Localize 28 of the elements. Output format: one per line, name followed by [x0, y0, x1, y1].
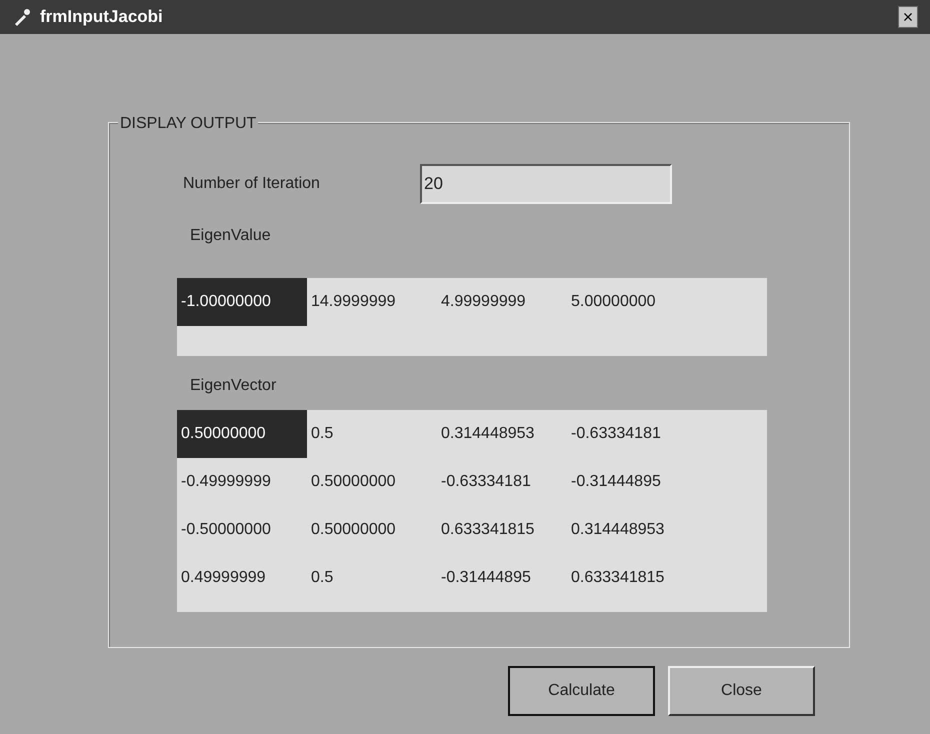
- grid-cell[interactable]: 0.314448953: [437, 410, 567, 458]
- grid-cell[interactable]: 0.5: [307, 410, 437, 458]
- grid-cell[interactable]: 14.9999999: [307, 278, 437, 326]
- grid-cell[interactable]: -0.31444895: [567, 458, 697, 506]
- grid-cell[interactable]: 0.314448953: [567, 506, 697, 554]
- grid-cell[interactable]: 0.49999999: [177, 554, 307, 602]
- grid-cell[interactable]: -0.50000000: [177, 506, 307, 554]
- grid-cell[interactable]: -1.00000000: [177, 278, 307, 326]
- grid-cell[interactable]: 0.50000000: [307, 458, 437, 506]
- grid-cell[interactable]: 5.00000000: [567, 278, 697, 326]
- grid-cell[interactable]: 0.633341815: [567, 554, 697, 602]
- grid-cell[interactable]: -0.49999999: [177, 458, 307, 506]
- window-title: frmInputJacobi: [40, 6, 163, 28]
- iteration-field[interactable]: 20: [420, 164, 672, 204]
- eigenvalue-label: EigenValue: [190, 226, 271, 246]
- grid-cell[interactable]: 0.50000000: [307, 506, 437, 554]
- grid-cell[interactable]: 0.633341815: [437, 506, 567, 554]
- grid-cell[interactable]: -0.63334181: [567, 410, 697, 458]
- grid-cell[interactable]: -0.31444895: [437, 554, 567, 602]
- grid-cell[interactable]: 4.99999999: [437, 278, 567, 326]
- dialog-button[interactable]: Close: [668, 666, 815, 716]
- grid-cell[interactable]: -0.63334181: [437, 458, 567, 506]
- eigenvector-label: EigenVector: [190, 376, 276, 396]
- grid-cell[interactable]: 0.50000000: [177, 410, 307, 458]
- close-button[interactable]: ×: [898, 6, 918, 28]
- iteration-label: Number of Iteration: [183, 174, 321, 194]
- grid-cell[interactable]: 0.5: [307, 554, 437, 602]
- dialog-button[interactable]: Calculate: [508, 666, 655, 716]
